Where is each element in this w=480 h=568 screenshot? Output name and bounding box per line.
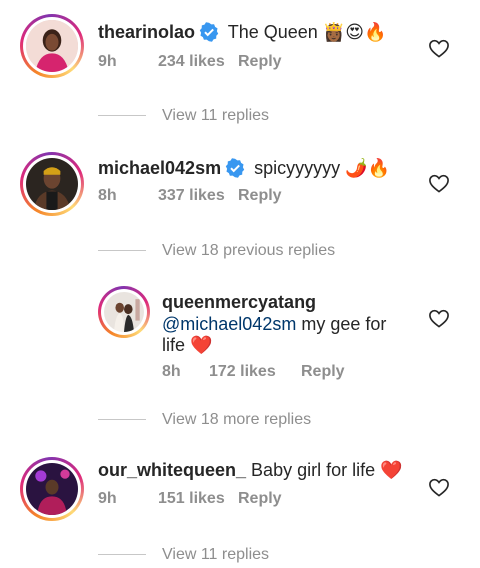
verified-badge-icon	[199, 22, 219, 42]
avatar[interactable]	[20, 457, 84, 521]
like-heart-icon[interactable]	[428, 38, 450, 58]
like-heart-icon[interactable]	[428, 173, 450, 193]
reply-button[interactable]: Reply	[238, 489, 282, 509]
view-replies-label: View 11 replies	[162, 546, 270, 563]
comment-time: 9h	[98, 53, 117, 70]
comment-likes[interactable]: 337 likes	[158, 186, 238, 206]
mention-link[interactable]: @michael042sm	[162, 314, 296, 334]
reply-button[interactable]: Reply	[238, 52, 282, 72]
view-replies-button[interactable]: View 11 replies	[98, 545, 269, 565]
comment-likes[interactable]: 151 likes	[158, 489, 238, 509]
avatar[interactable]	[20, 152, 84, 216]
comment-text: spicyyyyyy	[254, 158, 341, 178]
avatar[interactable]	[98, 286, 150, 338]
comment-time: 9h	[98, 490, 117, 507]
comment-time: 8h	[98, 187, 117, 204]
comment-text: Baby girl for life	[251, 460, 376, 480]
divider	[98, 115, 146, 117]
reply-likes[interactable]: 172 likes	[209, 362, 301, 382]
comment-emoji: ❤️	[380, 460, 403, 481]
view-more-replies-button[interactable]: View 18 more replies	[98, 410, 311, 430]
reply-text-line2: life	[162, 335, 186, 355]
view-replies-button[interactable]: View 11 replies	[98, 106, 269, 126]
reply-button[interactable]: Reply	[301, 362, 345, 382]
verified-badge-icon	[225, 158, 245, 178]
comments-page: thearinolao The Queen 👸🏾😍🔥 9h 234 likes Re…	[0, 0, 480, 568]
comment-emoji: 🌶️🔥	[345, 158, 390, 179]
comment-username[interactable]: michael042sm	[98, 158, 221, 178]
reply-username[interactable]: queenmercyatang	[162, 292, 316, 312]
divider	[98, 554, 146, 556]
view-replies-label: View 11 replies	[162, 107, 270, 124]
reply-button[interactable]: Reply	[238, 186, 282, 206]
avatar[interactable]	[20, 14, 84, 78]
view-replies-label: View 18 more replies	[162, 411, 312, 428]
like-heart-icon[interactable]	[428, 308, 450, 328]
divider	[98, 250, 146, 252]
reply-emoji: ❤️	[190, 335, 213, 356]
view-previous-replies-button[interactable]: View 18 previous replies	[98, 241, 335, 261]
view-replies-label: View 18 previous replies	[162, 242, 336, 259]
comment-emoji: 👸🏾😍🔥	[322, 22, 387, 43]
comment-likes[interactable]: 234 likes	[158, 52, 238, 72]
divider	[98, 419, 146, 421]
comment-text: The Queen	[227, 22, 318, 42]
reply-time: 8h	[162, 363, 181, 380]
like-heart-icon[interactable]	[428, 477, 450, 497]
reply-text-line1: my gee for	[301, 314, 387, 334]
comment-username[interactable]: our_whitequeen_	[98, 460, 246, 480]
comment-username[interactable]: thearinolao	[98, 22, 195, 42]
